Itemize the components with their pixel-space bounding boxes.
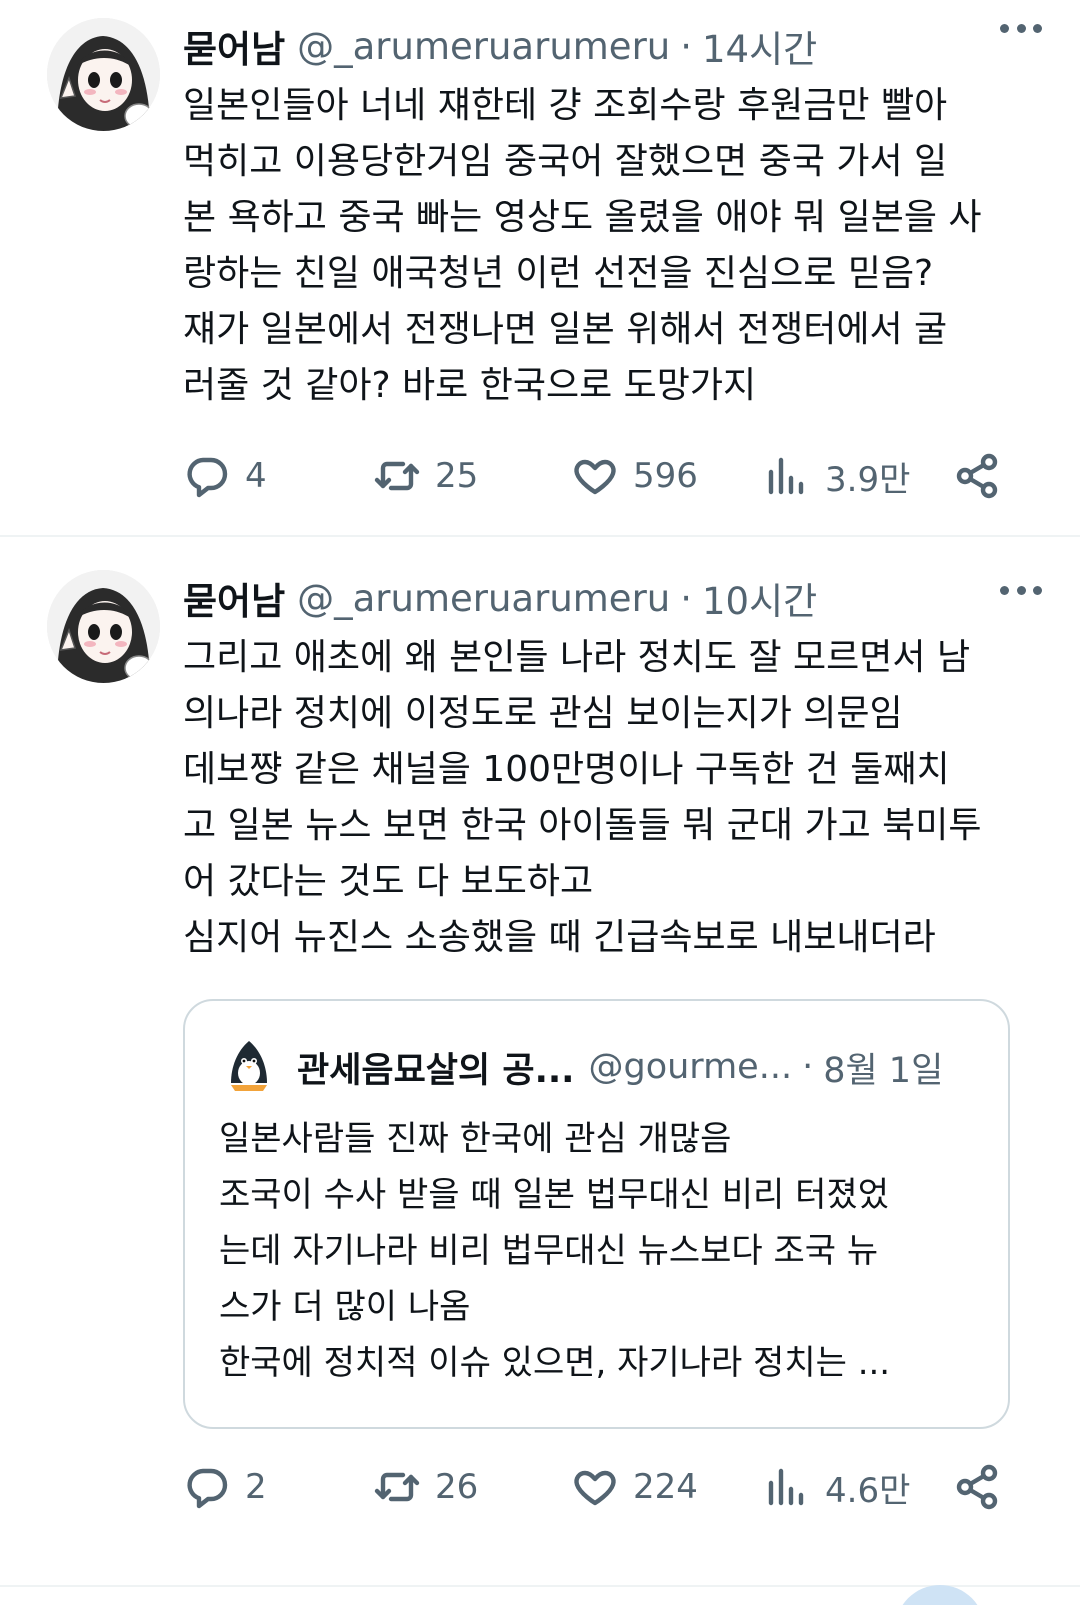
divider <box>0 535 1080 537</box>
reply-button[interactable]: 2 <box>183 1459 267 1515</box>
tweet[interactable]: 묻어남 @_arumeruarumeru · 14시간 일본인들아 너네 쟤한테… <box>0 0 1080 548</box>
like-button[interactable]: 596 <box>571 448 698 504</box>
author-name[interactable]: 묻어남 <box>183 19 285 73</box>
reply-count: 4 <box>245 456 267 496</box>
action-bar: 4 25 596 3.9만 <box>183 448 1040 504</box>
views-count: 4.6만 <box>825 1470 911 1511</box>
author-name[interactable]: 묻어남 <box>183 571 285 625</box>
avatar[interactable] <box>47 570 160 683</box>
tweet-text: 그리고 애초에 왜 본인들 나라 정치도 잘 모르면서 남 의나라 정치에 이정… <box>183 637 982 958</box>
retweet-count: 26 <box>435 1467 479 1507</box>
quote-tweet[interactable]: 관세음묘살의 공... @gourme... · 8월 1일 일본사람들 진짜 … <box>183 999 1010 1429</box>
author-handle[interactable]: @_arumeruarumeru <box>297 25 670 68</box>
like-count: 224 <box>633 1467 698 1507</box>
separator-dot: · <box>680 576 692 620</box>
quote-avatar[interactable] <box>219 1037 279 1097</box>
action-bar: 2 26 224 4.6만 <box>183 1459 1040 1515</box>
share-icon <box>956 453 998 499</box>
retweet-icon <box>374 1472 420 1502</box>
views-icon <box>768 1468 804 1506</box>
tweet-header: 묻어남 @_arumeruarumeru · 10시간 <box>183 570 1040 626</box>
reply-icon <box>187 1468 228 1509</box>
heart-icon <box>574 1470 616 1506</box>
share-icon <box>956 1464 998 1510</box>
quote-author-handle[interactable]: @gourme... <box>588 1047 792 1087</box>
reply-button[interactable]: 4 <box>183 448 267 504</box>
timestamp[interactable]: 10시간 <box>702 571 817 625</box>
like-button[interactable]: 224 <box>571 1459 698 1515</box>
more-icon[interactable] <box>1000 574 1042 606</box>
tweet-text: 일본인들아 너네 쟤한테 걍 조회수랑 후원금만 빨아 먹히고 이용당한거임 중… <box>183 85 982 406</box>
views-button[interactable]: 3.9만 <box>763 448 910 504</box>
tweet-header: 묻어남 @_arumeruarumeru · 14시간 <box>183 18 1040 74</box>
separator-dot: · <box>802 1047 814 1087</box>
share-button[interactable] <box>953 448 1001 504</box>
quote-timestamp[interactable]: 8월 1일 <box>823 1042 943 1093</box>
separator-dot: · <box>680 24 692 68</box>
heart-icon <box>574 459 616 495</box>
retweet-count: 25 <box>435 456 479 496</box>
avatar[interactable] <box>47 18 160 131</box>
views-count: 3.9만 <box>825 459 911 500</box>
views-button[interactable]: 4.6만 <box>763 1459 910 1515</box>
tweet[interactable]: 묻어남 @_arumeruarumeru · 10시간 그리고 애초에 왜 본인… <box>0 562 1080 1605</box>
views-icon <box>768 457 804 495</box>
retweet-button[interactable]: 26 <box>373 1459 478 1515</box>
author-handle[interactable]: @_arumeruarumeru <box>297 577 670 620</box>
divider <box>0 1585 1080 1587</box>
timestamp[interactable]: 14시간 <box>702 19 817 73</box>
retweet-button[interactable]: 25 <box>373 448 478 504</box>
reply-icon <box>187 457 228 498</box>
retweet-icon <box>374 461 420 491</box>
share-button[interactable] <box>953 1459 1001 1515</box>
reply-count: 2 <box>245 1467 267 1507</box>
quote-author-name[interactable]: 관세음묘살의 공... <box>297 1042 574 1093</box>
quote-header: 관세음묘살의 공... @gourme... · 8월 1일 <box>219 1039 980 1095</box>
more-icon[interactable] <box>1000 12 1042 44</box>
quote-text: 일본사람들 진짜 한국에 관심 개많음 조국이 수사 받을 때 일본 법무대신 … <box>219 1119 891 1383</box>
like-count: 596 <box>633 456 698 496</box>
